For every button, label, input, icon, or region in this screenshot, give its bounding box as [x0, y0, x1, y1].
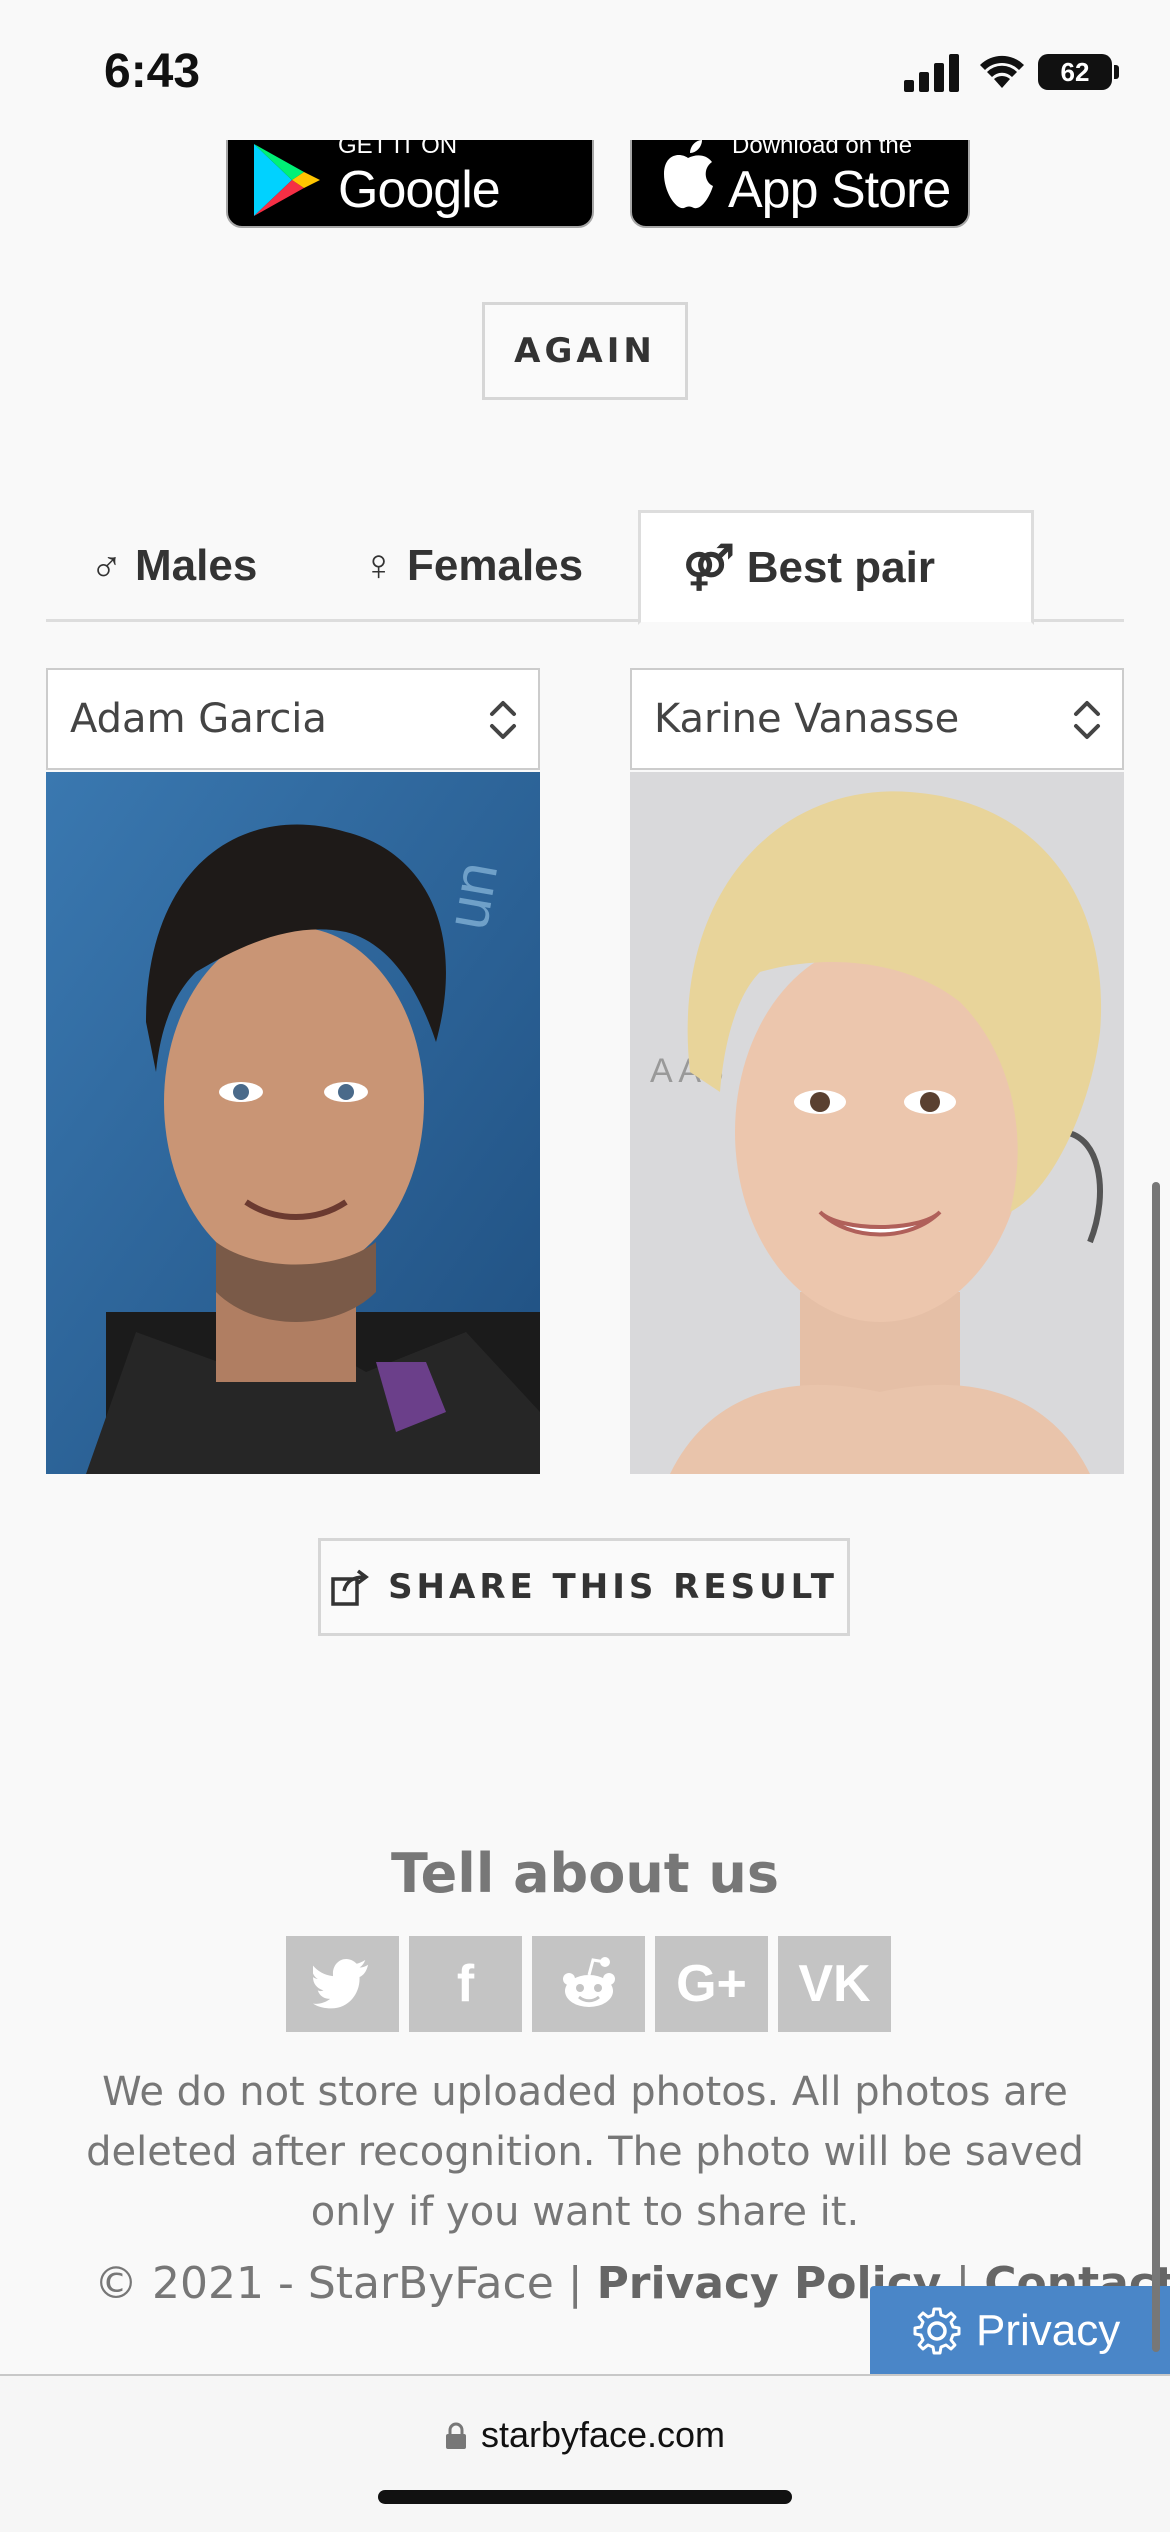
url-text: starbyface.com	[480, 2414, 726, 2455]
status-time: 6:43	[104, 45, 201, 98]
female-celebrity-selected: Karine Vanasse	[654, 696, 960, 742]
privacy-settings-button[interactable]: Privacy	[870, 2286, 1170, 2376]
male-celebrity-select[interactable]: Adam Garcia	[46, 668, 540, 770]
reddit-share-button[interactable]	[532, 1936, 645, 2032]
battery-indicator: 62	[1038, 54, 1112, 90]
privacy-disclaimer: We do not store uploaded photos. All pho…	[86, 2069, 1084, 2235]
male-celebrity-photo: un	[46, 772, 540, 1474]
pair-symbol-icon: ⚤	[683, 543, 735, 592]
google-play-icon	[254, 144, 320, 216]
tab-best-pair[interactable]: ⚤ Best pair	[638, 510, 1034, 625]
share-result-button[interactable]: SHARE THIS RESULT	[318, 1538, 850, 1636]
google-plus-icon: G+	[676, 1955, 747, 2013]
twitter-share-button[interactable]	[286, 1936, 399, 2032]
browser-address-bar[interactable]: starbyface.com	[0, 2374, 1170, 2532]
facebook-icon: f	[456, 1955, 475, 2013]
apple-icon	[664, 140, 713, 209]
male-symbol-icon: ♂	[90, 541, 123, 590]
privacy-settings-label: Privacy	[976, 2306, 1121, 2355]
chevron-up-down-icon	[1074, 701, 1100, 739]
chevron-up-down-icon	[490, 701, 516, 739]
copyright-text: © 2021 - StarByFace |	[94, 2258, 597, 2309]
wifi-icon	[980, 55, 1024, 88]
scrollbar[interactable]	[1152, 1182, 1160, 2352]
battery-tip	[1114, 65, 1119, 79]
female-symbol-icon: ♀	[362, 541, 395, 590]
share-result-label: SHARE THIS RESULT	[388, 1567, 838, 1607]
tab-females[interactable]: ♀ Females	[362, 510, 583, 622]
vk-share-button[interactable]: VK	[778, 1936, 891, 2032]
tab-males[interactable]: ♂ Males	[90, 510, 257, 622]
google-badge-big-text: Google Play	[338, 161, 501, 226]
tab-best-pair-label: Best pair	[746, 542, 935, 592]
again-button[interactable]: AGAIN	[482, 302, 688, 400]
url-display[interactable]: starbyface.com	[0, 2414, 1170, 2456]
female-celebrity-photo: A AS	[630, 772, 1124, 1474]
share-icon	[331, 1569, 369, 1606]
tab-males-label: Males	[135, 541, 258, 590]
female-celebrity-select[interactable]: Karine Vanasse	[630, 668, 1124, 770]
svg-text:un: un	[433, 857, 511, 934]
vk-icon: VK	[798, 1955, 871, 2013]
facebook-share-button[interactable]: f	[409, 1936, 522, 2032]
gender-tabs: ♂ Males ♀ Females ⚤ Best pair	[46, 510, 1124, 625]
home-indicator[interactable]	[378, 2490, 792, 2504]
male-celebrity-selected: Adam Garcia	[70, 696, 327, 742]
lock-icon	[445, 2422, 466, 2449]
status-bar: 6:43 62	[0, 0, 1170, 140]
gear-icon	[913, 2307, 961, 2355]
reddit-icon	[562, 1957, 615, 2007]
twitter-icon	[312, 1959, 368, 2009]
cellular-signal-icon	[904, 54, 959, 92]
tab-females-label: Females	[407, 541, 584, 590]
google-plus-share-button[interactable]: G+	[655, 1936, 768, 2032]
social-share-row: f G+ VK	[286, 1936, 891, 2032]
tell-about-us-heading: Tell about us	[391, 1842, 779, 1905]
apple-badge-big-text: App Store	[728, 161, 951, 219]
